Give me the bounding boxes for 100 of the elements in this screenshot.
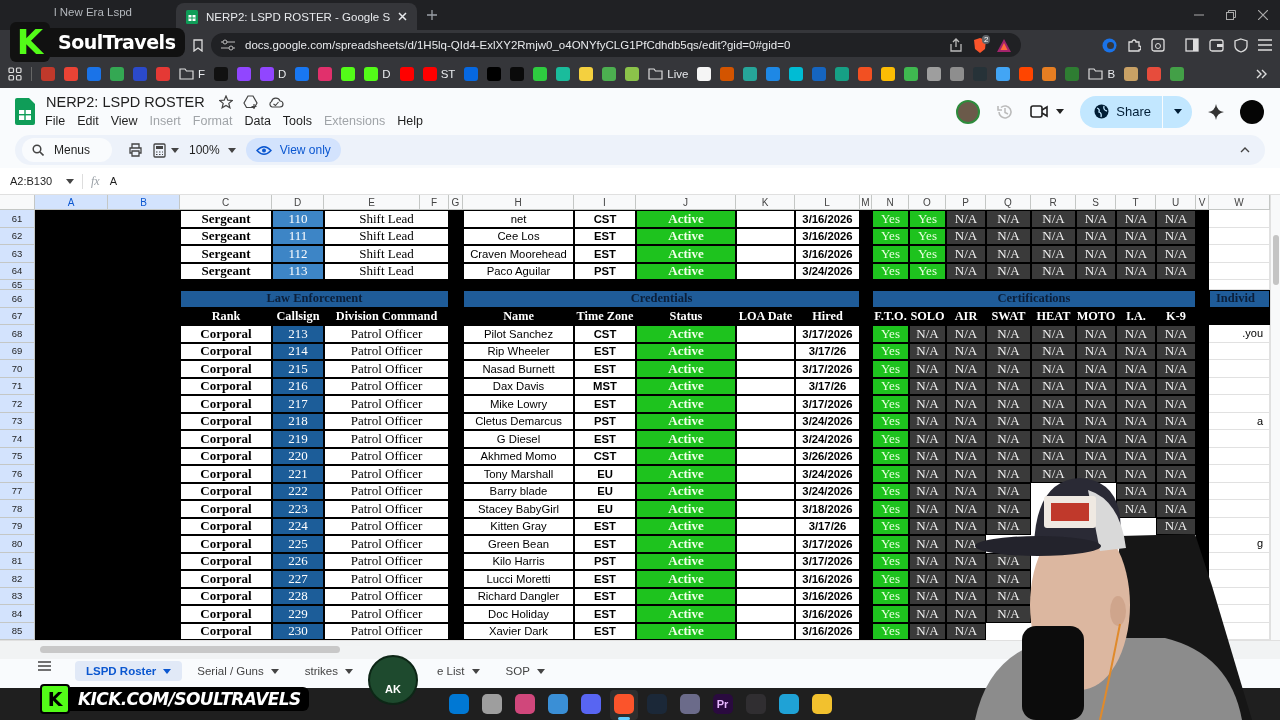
- column-header[interactable]: N: [872, 195, 909, 210]
- row-header[interactable]: 82: [0, 570, 35, 588]
- table-cell: N/A: [986, 430, 1031, 448]
- table-cell: Patrol Officer: [324, 325, 449, 343]
- menu-item[interactable]: Help: [391, 113, 429, 129]
- table-cell: N/A: [1116, 500, 1156, 518]
- menu-item[interactable]: Edit: [71, 113, 105, 129]
- column-header[interactable]: G: [449, 195, 463, 210]
- table-cell: N/A: [1076, 465, 1116, 483]
- row-header[interactable]: 68: [0, 325, 35, 343]
- column-header[interactable]: R: [1031, 195, 1076, 210]
- column-header[interactable]: K: [736, 195, 795, 210]
- formula-content[interactable]: A: [109, 175, 117, 187]
- table-cell: N/A: [986, 605, 1031, 623]
- column-header[interactable]: P: [946, 195, 986, 210]
- column-header[interactable]: Q: [986, 195, 1031, 210]
- menu-item[interactable]: View: [104, 113, 144, 129]
- table-cell: Yes: [872, 210, 909, 228]
- column-header[interactable]: V: [1196, 195, 1209, 210]
- column-header[interactable]: I: [574, 195, 636, 210]
- table-cell: 229: [272, 605, 324, 623]
- column-header[interactable]: D: [272, 195, 324, 210]
- address-bar[interactable]: docs.google.com/spreadsheets/d/1H5lq-QId4-ExlXY2Rmjw0_o4ONYfyCLG1PfCdhdb5qs/edit?gid=0#gid=0 2: [211, 33, 1021, 57]
- document-title[interactable]: NERP2: LSPD ROSTER: [46, 94, 205, 110]
- column-header[interactable]: L: [795, 195, 860, 210]
- table-cell: Patrol Officer: [324, 465, 449, 483]
- view-only-button[interactable]: View only: [245, 138, 341, 162]
- row-header[interactable]: 74: [0, 430, 35, 448]
- table-cell: 3/24/2026: [795, 430, 860, 448]
- bookmark-link[interactable]: Live: [648, 68, 689, 80]
- row-header[interactable]: 72: [0, 395, 35, 413]
- table-cell: N/A: [986, 210, 1031, 228]
- sheet-tab[interactable]: Serial / Guns: [186, 661, 290, 681]
- table-cell: N/A: [909, 570, 946, 588]
- row-header[interactable]: 63: [0, 245, 35, 263]
- table-cell: N/A: [946, 605, 986, 623]
- column-header[interactable]: M: [860, 195, 872, 210]
- table-cell: Patrol Officer: [324, 500, 449, 518]
- zoom-select[interactable]: 100%: [189, 143, 236, 157]
- menu-item[interactable]: Data: [238, 113, 277, 129]
- sheet-tab[interactable]: SOP: [494, 661, 556, 681]
- table-cell: Shift Lead: [324, 245, 449, 263]
- bookmark-link[interactable]: ST: [422, 67, 456, 81]
- column-header[interactable]: B: [108, 195, 180, 210]
- column-header[interactable]: C: [180, 195, 272, 210]
- table-cell: EST: [574, 360, 636, 378]
- bookmark-link[interactable]: D: [364, 67, 391, 81]
- menu-item[interactable]: File: [39, 113, 72, 129]
- table-cell: G Diesel: [463, 430, 574, 448]
- row-header[interactable]: 78: [0, 500, 35, 518]
- sheet-tab[interactable]: e List: [426, 661, 491, 681]
- bookmark-link[interactable]: B: [1088, 68, 1116, 80]
- row-header[interactable]: 76: [0, 465, 35, 483]
- row-header[interactable]: 80: [0, 535, 35, 553]
- table-cell: Active: [636, 395, 736, 413]
- bookmark-link[interactable]: F: [179, 68, 206, 80]
- row-header[interactable]: 84: [0, 605, 35, 623]
- column-header[interactable]: S: [1076, 195, 1116, 210]
- browser-tab[interactable]: l New Era Lspd: [40, 6, 166, 18]
- column-header[interactable]: A: [35, 195, 108, 210]
- app-button[interactable]: Pr: [708, 690, 737, 720]
- table-cell: Lucci Moretti: [463, 570, 574, 588]
- table-cell: N/A: [1031, 465, 1076, 483]
- table-cell: Patrol Officer: [324, 535, 449, 553]
- menus-search[interactable]: Menus: [22, 138, 112, 162]
- sheet-tab[interactable]: LSPD Roster: [75, 661, 183, 681]
- table-cell: Active: [636, 210, 736, 228]
- bookmark-link[interactable]: D: [260, 67, 287, 81]
- table-cell: Active: [636, 570, 736, 588]
- table-cell: N/A: [909, 465, 946, 483]
- table-cell: 3/16/2026: [795, 210, 860, 228]
- column-header[interactable]: J: [636, 195, 736, 210]
- column-header[interactable]: T: [1116, 195, 1156, 210]
- table-cell: N/A: [946, 465, 986, 483]
- browser-tab[interactable]: NERP2: LSPD ROSTER - Google S: [176, 3, 418, 30]
- column-header[interactable]: W: [1209, 195, 1270, 210]
- menu-item[interactable]: Tools: [276, 113, 319, 129]
- row-header[interactable]: 66: [0, 290, 35, 308]
- table-cell: N/A: [1031, 210, 1076, 228]
- table-cell: 3/24/2026: [795, 465, 860, 483]
- sheet-tab[interactable]: strikes: [293, 661, 364, 681]
- table-cell: Active: [636, 325, 736, 343]
- share-button[interactable]: Share: [1080, 95, 1192, 128]
- column-header[interactable]: U: [1156, 195, 1196, 210]
- name-box[interactable]: A2:B130: [10, 175, 72, 187]
- table-cell: Patrol Officer: [324, 605, 449, 623]
- column-header[interactable]: O: [909, 195, 946, 210]
- column-header[interactable]: F: [420, 195, 449, 210]
- table-cell: Patrol Officer: [324, 430, 449, 448]
- column-header[interactable]: E: [324, 195, 420, 210]
- table-cell: Patrol Officer: [324, 570, 449, 588]
- row-header[interactable]: 70: [0, 360, 35, 378]
- table-cell: 219: [272, 430, 324, 448]
- table-cell: EU: [574, 465, 636, 483]
- table-cell: CST: [574, 325, 636, 343]
- channel-banner: KICK.COM/SOULTRAVELS: [70, 687, 309, 711]
- row-header[interactable]: 61: [0, 210, 35, 228]
- column-header[interactable]: H: [463, 195, 574, 210]
- table-cell: N/A: [909, 535, 946, 553]
- table-cell: Yes: [872, 245, 909, 263]
